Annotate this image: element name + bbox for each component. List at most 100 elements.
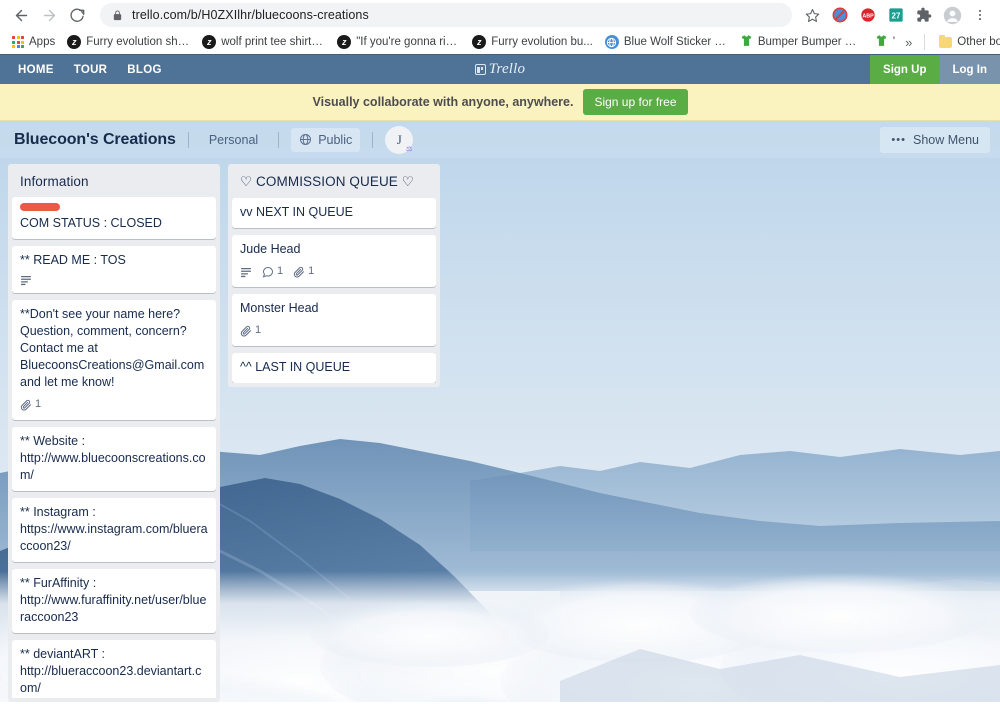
attachment-badge: 1: [20, 396, 41, 413]
bookmarks-overflow-button[interactable]: »: [901, 35, 916, 50]
description-badge: [240, 266, 252, 278]
card-title: ** Instagram : https://www.instagram.com…: [20, 505, 208, 553]
profile-avatar-icon[interactable]: [940, 3, 964, 27]
card[interactable]: ** READ ME : TOS: [12, 246, 216, 293]
marketing-banner: Visually collaborate with anyone, anywhe…: [0, 84, 1000, 121]
bookmark-item[interactable]: z wolf print tee shirt f...: [196, 33, 331, 51]
attachment-badge: 1: [293, 263, 314, 280]
card[interactable]: COM STATUS : CLOSED: [12, 197, 216, 239]
nav-link-home[interactable]: HOME: [8, 55, 64, 85]
description-badge: [20, 274, 32, 286]
board-org-personal[interactable]: Personal: [201, 128, 266, 152]
calendar-27-icon[interactable]: 27: [884, 3, 908, 27]
nav-link-blog[interactable]: BLOG: [117, 55, 171, 85]
card[interactable]: **Don't see your name here? Question, co…: [12, 300, 216, 420]
card-title: ^^ LAST IN QUEUE: [240, 360, 351, 374]
blocker-icon[interactable]: [828, 3, 852, 27]
log-in-button[interactable]: Log In: [939, 55, 1000, 84]
card[interactable]: Jude Head 1 1: [232, 235, 436, 287]
card-title: ** READ ME : TOS: [20, 253, 126, 267]
list-title[interactable]: Information: [12, 164, 216, 197]
globe-icon: [299, 133, 312, 146]
back-arrow-icon[interactable]: [8, 2, 34, 28]
board-visibility-public[interactable]: Public: [291, 127, 361, 152]
folder-icon: [939, 34, 953, 48]
zazzle-icon: z: [67, 35, 82, 49]
nav-links: HOME TOUR BLOG: [0, 55, 172, 85]
card[interactable]: ** FurAffinity : http://www.furaffinity.…: [12, 569, 216, 633]
attachment-count: 1: [308, 265, 315, 277]
bookmark-label: Furry evolution shir...: [86, 36, 191, 48]
reload-icon[interactable]: [64, 2, 90, 28]
list-commission-queue: ♡ COMMISSION QUEUE ♡ vv NEXT IN QUEUE Ju…: [228, 164, 440, 387]
card-label-red[interactable]: [20, 203, 60, 211]
extensions-puzzle-icon[interactable]: [912, 3, 936, 27]
show-menu-button[interactable]: ••• Show Menu: [880, 126, 990, 153]
bookmark-apps[interactable]: Apps: [6, 34, 61, 50]
card[interactable]: ** deviantART : http://blueraccoon23.dev…: [12, 640, 216, 698]
card[interactable]: vv NEXT IN QUEUE: [232, 198, 436, 228]
browser-chrome: trello.com/b/H0ZXIlhr/bluecoons-creation…: [0, 0, 1000, 54]
trello-logo[interactable]: Trello: [465, 61, 535, 78]
chrome-actions: ABP 27: [800, 3, 992, 27]
board-lists: Information COM STATUS : CLOSED ** READ …: [0, 158, 1000, 702]
board-area: Bluecoon's Creations Personal Public J ⚖…: [0, 121, 1000, 702]
card[interactable]: Monster Head 1: [232, 294, 436, 346]
bookmark-label: Furry evolution bu...: [491, 36, 593, 48]
adblock-plus-icon[interactable]: ABP: [856, 3, 880, 27]
avatar-initial: J: [396, 131, 402, 147]
forward-arrow-icon[interactable]: [36, 2, 62, 28]
card-title: ** Website : http://www.bluecoonscreatio…: [20, 434, 206, 482]
bookmark-item[interactable]: z "If you're gonna rid...: [331, 33, 466, 51]
bookmark-label: ': [892, 36, 896, 48]
bookmark-label: "If you're gonna rid...: [356, 36, 461, 48]
card[interactable]: ** Instagram : https://www.instagram.com…: [12, 498, 216, 562]
star-icon[interactable]: [800, 3, 824, 27]
zazzle-icon: z: [337, 35, 352, 49]
bookmark-label: wolf print tee shirt f...: [221, 36, 326, 48]
card-badges: 1: [20, 396, 208, 413]
url-text: trello.com/b/H0ZXIlhr/bluecoons-creation…: [132, 8, 369, 22]
attachment-badge: 1: [240, 322, 261, 339]
bookmark-item[interactable]: ': [869, 32, 901, 52]
bookmarks-overflow-group: » Other bookmarks: [901, 34, 1000, 50]
sign-up-for-free-button[interactable]: Sign up for free: [583, 89, 688, 115]
bookmark-item[interactable]: Blue Wolf Sticker b...: [599, 33, 734, 51]
svg-text:ABP: ABP: [862, 13, 874, 19]
card-title: Jude Head: [240, 242, 301, 256]
attachment-count: 1: [255, 324, 262, 336]
card-title: **Don't see your name here? Question, co…: [20, 307, 205, 389]
card-badges: 1 1: [240, 263, 428, 280]
bookmark-item[interactable]: z Furry evolution shir...: [61, 33, 196, 51]
card-title: Monster Head: [240, 301, 319, 315]
bookmark-label: Blue Wolf Sticker b...: [623, 36, 728, 48]
show-menu-label: Show Menu: [912, 132, 979, 147]
list-title[interactable]: ♡ COMMISSION QUEUE ♡: [232, 164, 436, 198]
tshirt-icon: [740, 34, 753, 50]
bookmark-item[interactable]: z Furry evolution bu...: [466, 33, 599, 51]
banner-text: Visually collaborate with anyone, anywhe…: [312, 95, 574, 109]
list-cards: COM STATUS : CLOSED ** READ ME : TOS **D…: [12, 197, 216, 698]
address-bar[interactable]: trello.com/b/H0ZXIlhr/bluecoons-creation…: [100, 3, 792, 27]
trello-logo-icon: [474, 64, 486, 75]
sign-up-button[interactable]: Sign Up: [870, 55, 940, 84]
bookmark-label: Bumper Bumper Sti...: [757, 36, 863, 48]
card[interactable]: ^^ LAST IN QUEUE: [232, 353, 436, 383]
member-avatar[interactable]: J ⚖: [385, 125, 414, 154]
nav-link-tour[interactable]: TOUR: [64, 55, 118, 85]
board-title[interactable]: Bluecoon's Creations: [14, 131, 176, 149]
comment-count: 1: [277, 265, 284, 277]
chrome-menu-icon[interactable]: [968, 3, 992, 27]
list-information: Information COM STATUS : CLOSED ** READ …: [8, 164, 220, 702]
avatar-badge-icon: ⚖: [405, 144, 413, 153]
comment-badge: 1: [262, 263, 283, 280]
bookmark-item[interactable]: Bumper Bumper Sti...: [734, 32, 869, 52]
divider: [372, 131, 374, 148]
attachment-count: 1: [35, 398, 42, 410]
card-badges: 1: [240, 322, 428, 339]
dots-icon: •••: [891, 133, 906, 146]
lock-icon: [112, 9, 123, 21]
card-badges: [20, 274, 208, 286]
card[interactable]: ** Website : http://www.bluecoonscreatio…: [12, 427, 216, 491]
other-bookmarks-folder[interactable]: Other bookmarks: [933, 34, 1000, 50]
